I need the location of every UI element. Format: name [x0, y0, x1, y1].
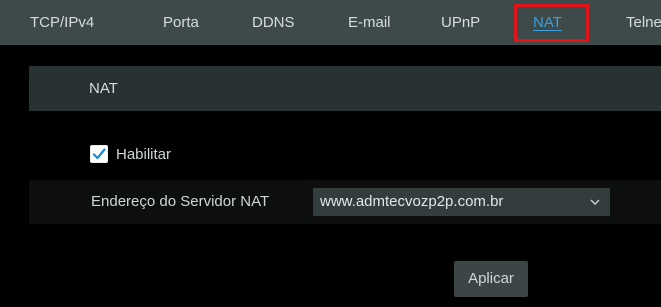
tab-tcp-ipv4[interactable]: TCP/IPv4 — [30, 0, 94, 45]
enable-row: Habilitar — [90, 142, 171, 166]
nat-server-value: www.admtecvozp2p.com.br — [320, 193, 504, 210]
checkmark-icon — [92, 148, 106, 160]
section-title: NAT — [89, 80, 118, 97]
tab-upnp[interactable]: UPnP — [441, 0, 480, 45]
tab-porta[interactable]: Porta — [163, 0, 199, 45]
section-header: NAT — [29, 66, 661, 111]
nat-server-select[interactable]: www.admtecvozp2p.com.br — [313, 188, 610, 216]
chevron-down-icon — [588, 188, 602, 216]
nat-server-label: Endereço do Servidor NAT — [91, 193, 270, 210]
tab-bar: TCP/IPv4 Porta DDNS E-mail UPnP NAT Teln… — [0, 0, 661, 45]
apply-button[interactable]: Aplicar — [454, 261, 528, 297]
nat-server-row: Endereço do Servidor NAT www.admtecvozp2… — [29, 180, 661, 224]
tab-ddns[interactable]: DDNS — [252, 0, 295, 45]
tab-email[interactable]: E-mail — [348, 0, 391, 45]
enable-checkbox[interactable] — [90, 145, 108, 163]
tab-nat[interactable]: NAT — [533, 0, 562, 45]
enable-label: Habilitar — [116, 145, 172, 163]
tab-telnet[interactable]: Telnet — [626, 0, 661, 45]
